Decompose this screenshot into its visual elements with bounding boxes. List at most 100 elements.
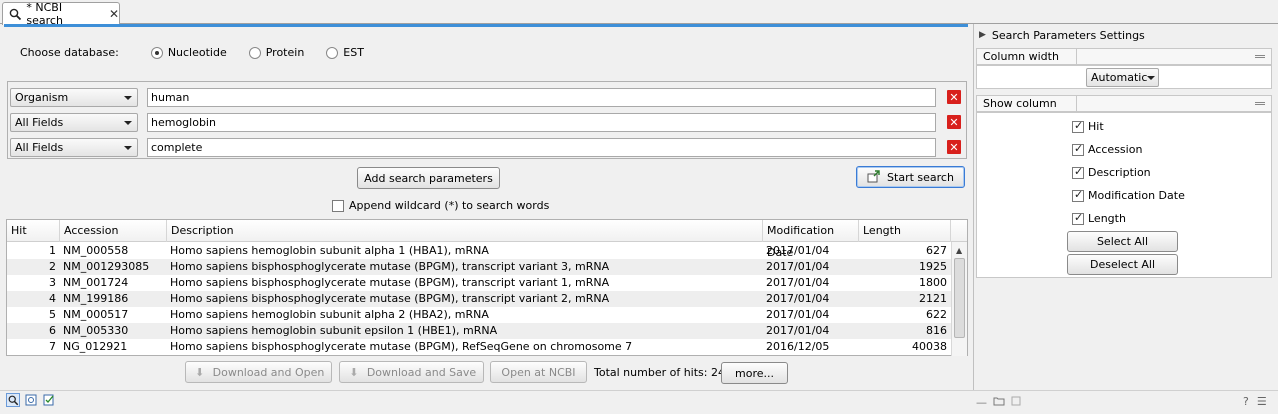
history-view-icon[interactable] [24, 393, 38, 407]
cell-modification-date: 2017/01/04 [766, 324, 830, 337]
table-row[interactable]: 1 NM_000558 Homo sapiens hemoglobin subuni… [7, 243, 951, 259]
table-row[interactable]: 7 NG_012921 Homo sapiens bisphosphoglycera… [7, 339, 951, 355]
column-header-accession[interactable]: Accession [60, 220, 167, 242]
column-width-section[interactable]: Column width [976, 48, 1272, 65]
field-select-2[interactable]: All Fields [10, 113, 138, 132]
radio-label: Nucleotide [167, 46, 227, 59]
cell-accession: NM_005330 [63, 324, 129, 337]
radio-dot [150, 46, 163, 59]
column-header-modification-date[interactable]: Modification Date [763, 220, 859, 259]
search-view-icon[interactable] [6, 393, 20, 407]
column-checkbox[interactable] [1072, 142, 1084, 156]
scrollbar-thumb[interactable] [954, 258, 965, 338]
column-checkbox[interactable] [1072, 211, 1084, 225]
cell-accession: NM_000517 [63, 308, 129, 321]
tab-strip [0, 0, 1278, 24]
table-row[interactable]: 2 NM_001293085 Homo sapiens bisphosphoglyc… [7, 259, 951, 275]
column-checkbox[interactable] [1072, 165, 1084, 179]
list-options-icon[interactable]: ☰ [1257, 395, 1267, 408]
table-row[interactable]: 4 NM_199186 Homo sapiens bisphosphoglycera… [7, 291, 951, 307]
scroll-up-icon[interactable]: ▲ [956, 246, 962, 255]
field-select-1[interactable]: Organism [10, 88, 138, 107]
column-checkbox[interactable] [1072, 188, 1084, 202]
collapse-arrow-icon[interactable]: ▶ [979, 30, 986, 40]
show-column-hit[interactable]: Hit [1072, 119, 1104, 133]
cell-length: 627 [926, 244, 947, 257]
search-term-input-1[interactable]: human [147, 88, 936, 107]
cell-description: Homo sapiens hemoglobin subunit alpha 2 … [170, 308, 489, 321]
radio-est[interactable]: EST [326, 46, 364, 59]
column-header-length[interactable]: Length [859, 220, 951, 242]
cell-hit: 4 [49, 292, 56, 305]
cell-length: 1925 [919, 260, 947, 273]
help-icon[interactable]: ? [1243, 395, 1249, 408]
database-selector: Choose database: Nucleotide Protein EST [20, 46, 386, 59]
start-search-button[interactable]: Start search [856, 166, 965, 188]
show-column-modification-date[interactable]: Modification Date [1072, 188, 1185, 202]
column-header-description[interactable]: Description [167, 220, 763, 242]
cell-description: Homo sapiens hemoglobin subunit epsilon … [170, 324, 498, 337]
notes-view-icon[interactable] [42, 393, 56, 407]
remove-param-icon[interactable]: ✕ [947, 90, 961, 104]
settings-panel-header[interactable]: ▶ Search Parameters Settings [973, 24, 1278, 46]
table-row[interactable]: 6 NM_005330 Homo sapiens hemoglobin subuni… [7, 323, 951, 339]
cell-description: Homo sapiens bisphosphoglycerate mutase … [170, 260, 610, 273]
show-column-accession[interactable]: Accession [1072, 142, 1142, 156]
open-at-ncbi-button[interactable]: Open at NCBI [490, 361, 587, 383]
remove-param-icon[interactable]: ✕ [947, 115, 961, 129]
chevron-down-icon [124, 120, 132, 125]
bottom-toolbar [0, 390, 1278, 414]
search-term-input-3[interactable]: complete [147, 138, 936, 157]
cell-length: 2121 [919, 292, 947, 305]
append-wildcard-checkbox[interactable] [332, 199, 344, 212]
cell-hit: 2 [49, 260, 56, 273]
database-label: Choose database: [20, 46, 119, 59]
section-label: Show column [977, 96, 1077, 111]
column-header-hit[interactable]: Hit [7, 220, 60, 242]
more-results-button[interactable]: more... [721, 362, 788, 384]
save-icon[interactable] [1011, 396, 1021, 409]
checkbox-label: Length [1088, 212, 1126, 225]
cell-description: Homo sapiens bisphosphoglycerate mutase … [170, 340, 633, 353]
table-scrollbar[interactable]: ▲ [951, 242, 967, 356]
show-column-length[interactable]: Length [1072, 211, 1126, 225]
cell-hit: 3 [49, 276, 56, 289]
deselect-all-button[interactable]: Deselect All [1067, 254, 1178, 275]
cell-length: 1800 [919, 276, 947, 289]
search-term-input-2[interactable]: hemoglobin [147, 113, 936, 132]
field-select-3[interactable]: All Fields [10, 138, 138, 157]
field-select-value: Organism [15, 91, 69, 104]
settings-title: Search Parameters Settings [991, 28, 1145, 42]
select-value: Automatic [1091, 71, 1148, 84]
table-row[interactable]: 5 NM_000517 Homo sapiens hemoglobin subuni… [7, 307, 951, 323]
cell-accession: NM_001293085 [63, 260, 150, 273]
radio-protein[interactable]: Protein [248, 46, 304, 59]
minus-icon[interactable]: — [976, 396, 987, 409]
show-column-description[interactable]: Description [1072, 165, 1151, 179]
section-grip-icon [1255, 55, 1265, 58]
remove-param-icon[interactable]: ✕ [947, 140, 961, 154]
chevron-down-icon [124, 145, 132, 150]
append-wildcard-label: Append wildcard (*) to search words [349, 199, 550, 212]
download-and-save-button[interactable]: ⬇ Download and Save [339, 361, 484, 383]
append-wildcard-option[interactable]: Append wildcard (*) to search words [332, 199, 549, 212]
select-all-button[interactable]: Select All [1067, 231, 1178, 252]
close-icon[interactable]: ✕ [109, 7, 119, 21]
tab-ncbi-search[interactable]: * NCBI search ✕ [2, 1, 120, 27]
cell-modification-date: 2017/01/04 [766, 276, 830, 289]
table-row[interactable]: 3 NM_001724 Homo sapiens bisphosphoglycera… [7, 275, 951, 291]
column-checkbox[interactable] [1072, 119, 1084, 133]
chevron-down-icon [1147, 75, 1156, 80]
folder-icon[interactable] [993, 396, 1005, 409]
cell-accession: NM_000558 [63, 244, 129, 257]
table-header: Hit Accession Description Modification D… [7, 220, 967, 259]
cell-modification-date: 2017/01/04 [766, 292, 830, 305]
add-search-parameters-button[interactable]: Add search parameters [357, 167, 500, 189]
start-search-icon [867, 170, 881, 184]
show-column-section[interactable]: Show column [976, 95, 1272, 112]
column-width-select[interactable]: Automatic [1086, 68, 1159, 87]
search-icon [9, 7, 22, 21]
radio-dot [248, 46, 261, 59]
radio-nucleotide[interactable]: Nucleotide [150, 46, 227, 59]
download-and-open-button[interactable]: ⬇ Download and Open [185, 361, 332, 383]
